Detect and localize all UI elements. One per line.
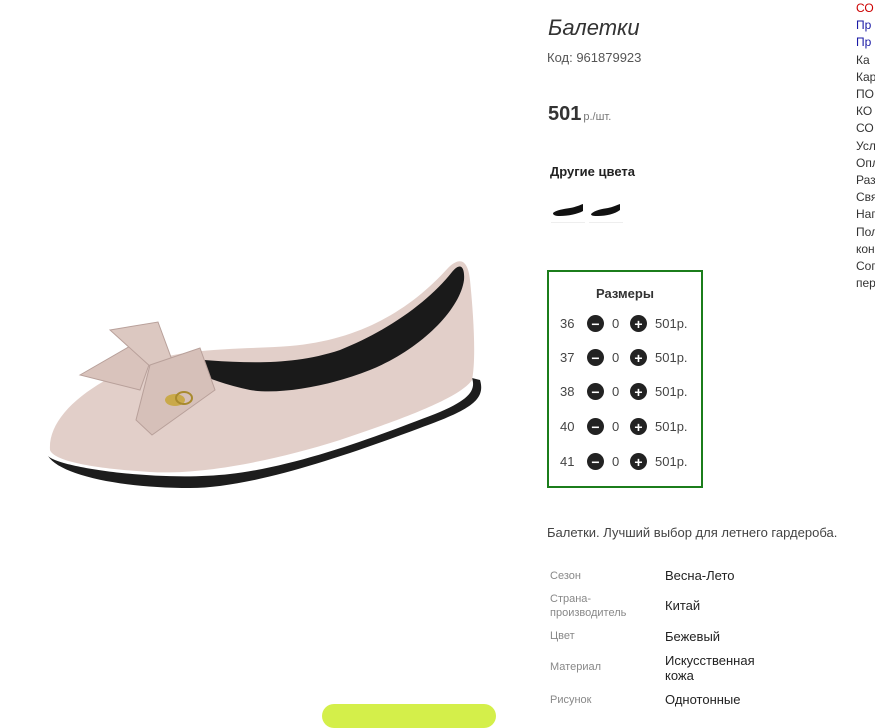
- spec-value: Китай: [665, 598, 701, 613]
- size-price: 501р.: [655, 419, 688, 434]
- nav-item[interactable]: ПО: [856, 86, 875, 103]
- size-price: 501р.: [655, 454, 688, 469]
- product-description: Балетки. Лучший выбор для летнего гардер…: [547, 525, 838, 540]
- plus-circle-icon[interactable]: +: [630, 349, 647, 366]
- color-thumb-black-1[interactable]: [551, 198, 585, 223]
- nav-item[interactable]: Усл: [856, 138, 875, 155]
- spec-value: Бежевый: [665, 629, 721, 644]
- size-quantity: 0: [612, 350, 620, 365]
- plus-circle-icon[interactable]: +: [630, 418, 647, 435]
- size-quantity: 0: [612, 316, 620, 331]
- size-price: 501р.: [655, 316, 688, 331]
- minus-circle-icon[interactable]: −: [587, 349, 604, 366]
- product-title: Балетки: [548, 15, 640, 40]
- buy-button[interactable]: [322, 704, 496, 728]
- spec-value: Искусственная кожа: [665, 653, 755, 683]
- size-price: 501р.: [655, 384, 688, 399]
- nav-item[interactable]: Пр: [856, 34, 875, 51]
- plus-circle-icon[interactable]: +: [630, 383, 647, 400]
- spec-key: Сезон: [550, 570, 581, 582]
- right-sidebar-nav: СО Пр Пр Ка Кар ПО КО СО Усл Опл Раз Свя…: [856, 0, 875, 292]
- nav-item[interactable]: Нап: [856, 206, 875, 223]
- size-quantity: 0: [612, 384, 620, 399]
- nav-item[interactable]: Пол: [856, 224, 875, 241]
- sizes-panel: Размеры 36 − 0 + 501р. 37 − 0 + 501р. 38…: [547, 270, 703, 488]
- price-unit: р./шт.: [583, 111, 612, 123]
- minus-circle-icon[interactable]: −: [587, 418, 604, 435]
- nav-item[interactable]: СО: [856, 120, 875, 137]
- nav-item[interactable]: Раз: [856, 172, 875, 189]
- size-price: 501р.: [655, 350, 688, 365]
- spec-key: Страна- производитель: [550, 593, 627, 619]
- size-number: 38: [560, 384, 575, 399]
- size-number: 37: [560, 350, 575, 365]
- size-row: 36 − 0 + 501р.: [549, 314, 701, 334]
- ballet-flat-image: [48, 261, 482, 488]
- nav-item[interactable]: Кар: [856, 69, 875, 86]
- spec-key: Рисунок: [550, 694, 592, 706]
- black-flat-icon: [591, 204, 620, 216]
- size-quantity: 0: [612, 419, 620, 434]
- plus-circle-icon[interactable]: +: [630, 315, 647, 332]
- nav-item[interactable]: Ка: [856, 52, 875, 69]
- sizes-heading: Размеры: [596, 286, 654, 301]
- nav-item[interactable]: КО: [856, 103, 875, 120]
- size-quantity: 0: [612, 454, 620, 469]
- nav-item[interactable]: Опл: [856, 155, 875, 172]
- spec-value: Весна-Лето: [665, 568, 735, 583]
- nav-item[interactable]: СО: [856, 0, 875, 17]
- plus-circle-icon[interactable]: +: [630, 453, 647, 470]
- size-row: 41 − 0 + 501р.: [549, 452, 701, 472]
- nav-item[interactable]: пер: [856, 275, 875, 292]
- price-value: 501: [548, 103, 582, 125]
- size-row: 40 − 0 + 501р.: [549, 417, 701, 437]
- black-flat-icon: [553, 204, 583, 216]
- spec-key: Цвет: [550, 630, 575, 642]
- minus-circle-icon[interactable]: −: [587, 453, 604, 470]
- nav-item[interactable]: Сог: [856, 258, 875, 275]
- size-number: 36: [560, 316, 575, 331]
- product-price: 501 р./шт.: [548, 103, 611, 126]
- minus-circle-icon[interactable]: −: [587, 383, 604, 400]
- nav-item[interactable]: Пр: [856, 17, 875, 34]
- size-row: 37 − 0 + 501р.: [549, 348, 701, 368]
- product-photo[interactable]: [0, 0, 530, 712]
- nav-item[interactable]: кон: [856, 241, 875, 258]
- nav-item[interactable]: Свя: [856, 189, 875, 206]
- size-row: 38 − 0 + 501р.: [549, 382, 701, 402]
- spec-key: Материал: [550, 661, 601, 673]
- minus-circle-icon[interactable]: −: [587, 315, 604, 332]
- product-code: Код: 961879923: [547, 50, 642, 65]
- other-colors-heading: Другие цвета: [550, 164, 635, 179]
- size-number: 41: [560, 454, 575, 469]
- size-number: 40: [560, 419, 575, 434]
- color-thumb-black-2[interactable]: [589, 198, 623, 223]
- spec-value: Однотонные: [665, 692, 741, 707]
- color-thumbnails: [551, 198, 623, 223]
